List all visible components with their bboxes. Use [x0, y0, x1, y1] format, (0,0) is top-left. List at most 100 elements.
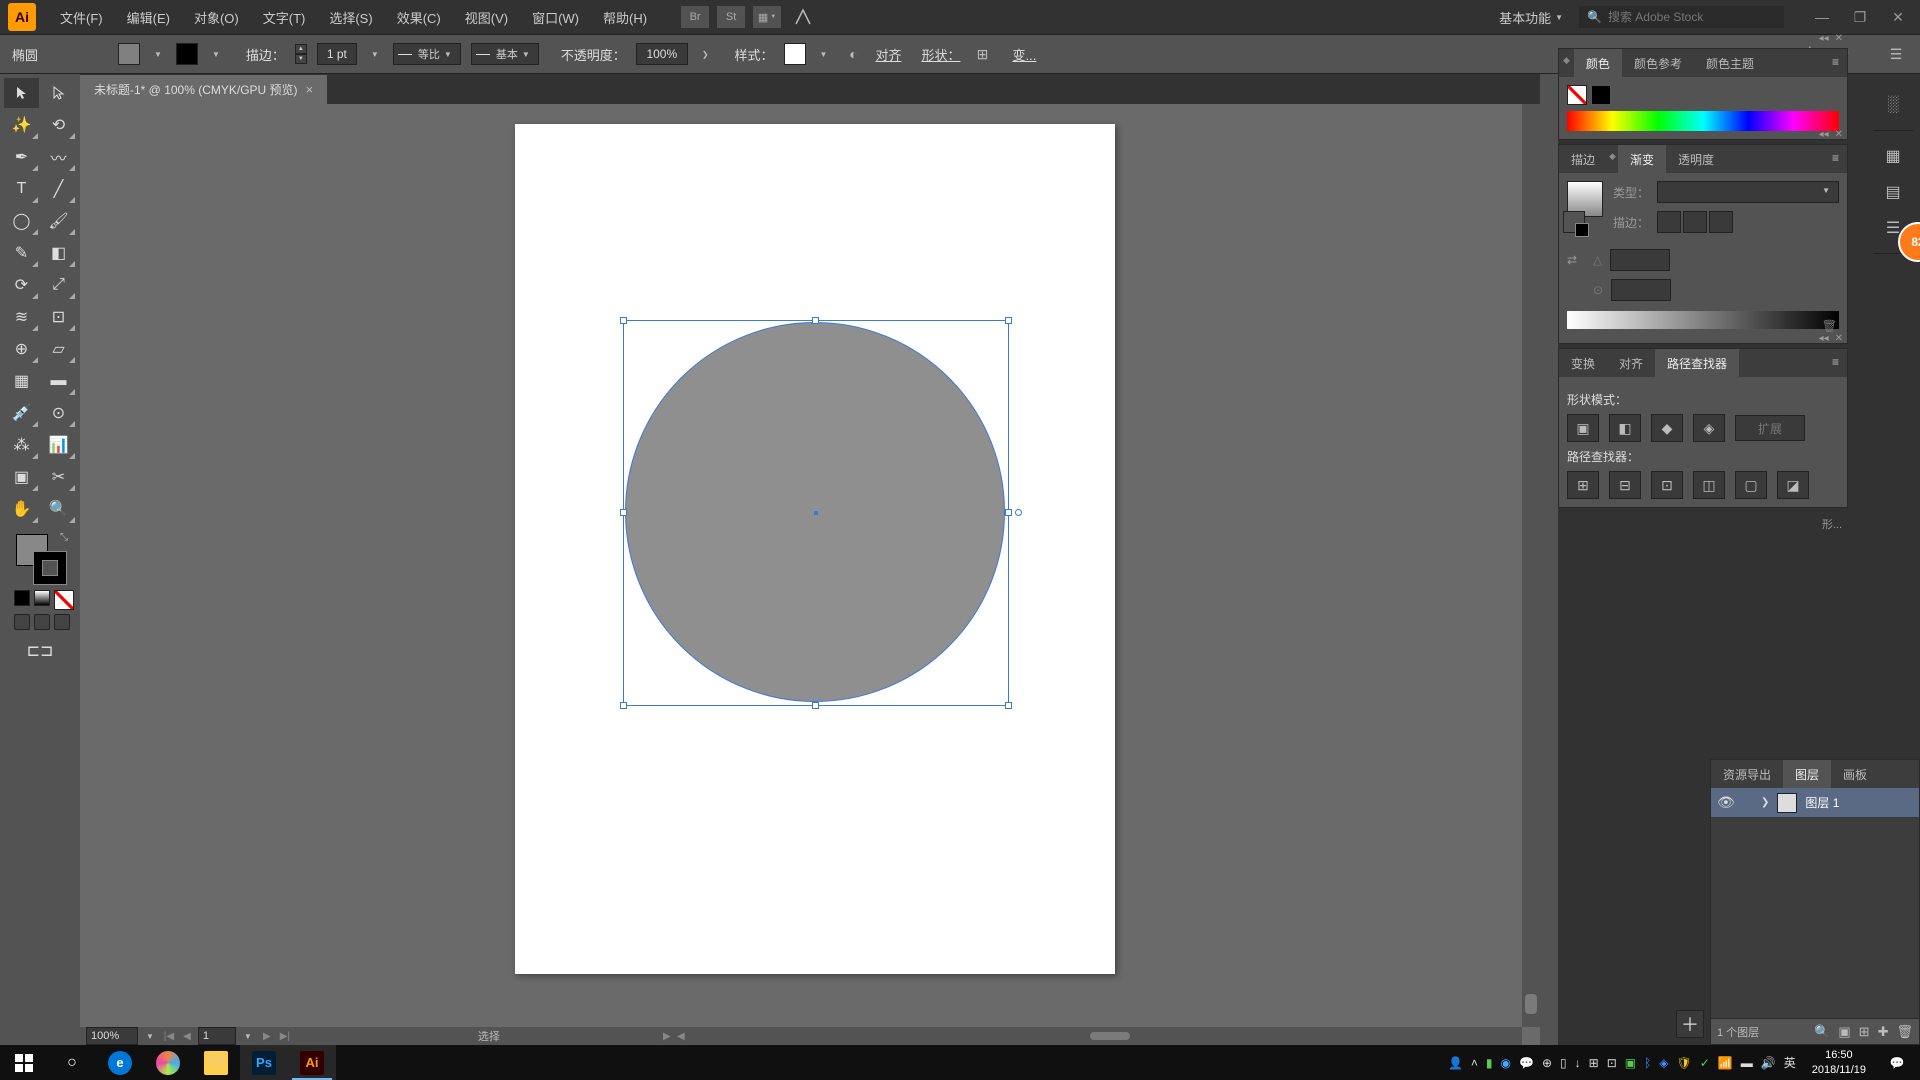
expand-btn[interactable]: 扩展 — [1735, 415, 1805, 441]
tray-app-5-icon[interactable]: ↓ — [1575, 1056, 1581, 1070]
spin-up[interactable]: ▲ — [295, 44, 307, 54]
taskbar-photoshop[interactable]: Ps — [240, 1045, 288, 1080]
direct-selection-tool[interactable] — [41, 78, 76, 108]
taskbar-explorer[interactable]: 🗀 — [192, 1045, 240, 1080]
gradient-tool[interactable]: ▬ — [41, 366, 76, 396]
layer-name[interactable]: 图层 1 — [1805, 794, 1839, 811]
resize-handle-ml[interactable] — [620, 509, 627, 516]
minimize-button[interactable]: — — [1808, 7, 1836, 27]
eyedropper-tool[interactable]: 💉 — [4, 398, 39, 428]
expand-layer-icon[interactable]: ❯ — [1761, 797, 1769, 808]
zoom-input[interactable] — [86, 1027, 138, 1045]
stroke-swatch[interactable] — [176, 43, 198, 65]
tab-gradient[interactable]: 渐变 — [1618, 145, 1666, 173]
close-panel-icon[interactable]: ✕ — [1835, 333, 1843, 347]
first-artboard-btn[interactable]: |◀ — [162, 1029, 176, 1043]
fill-dropdown[interactable]: ▼ — [150, 50, 166, 59]
curvature-tool[interactable]: 〰 — [41, 142, 76, 172]
wechat-icon[interactable]: 💬 — [1519, 1056, 1534, 1070]
tab-color-guide[interactable]: 颜色参考 — [1622, 49, 1694, 77]
color-spectrum[interactable] — [1567, 111, 1839, 131]
draw-behind-btn[interactable] — [34, 614, 50, 630]
magic-wand-tool[interactable]: ✨ — [4, 110, 39, 140]
draw-inside-btn[interactable] — [54, 614, 70, 630]
tab-layers[interactable]: 图层 — [1783, 760, 1831, 788]
merge-btn[interactable]: ⊡ — [1651, 471, 1683, 499]
tray-app-9-icon[interactable]: ◈ — [1659, 1056, 1668, 1070]
close-panel-icon[interactable]: ✕ — [1835, 129, 1843, 143]
hand-tool[interactable]: ✋ — [4, 494, 39, 524]
stroke-grad-along[interactable] — [1683, 211, 1707, 233]
wifi-icon[interactable]: 📶 — [1718, 1056, 1733, 1070]
vertical-scrollbar[interactable] — [1522, 104, 1540, 1027]
artboard-num-input[interactable] — [198, 1027, 236, 1045]
scale-tool[interactable]: ⤢ — [41, 270, 76, 300]
cortana-button[interactable]: ○ — [48, 1045, 96, 1080]
menu-window[interactable]: 窗口(W) — [522, 2, 589, 33]
stroke-weight-spinner[interactable]: ▲ ▼ — [295, 44, 307, 64]
gradient-ramp[interactable] — [1567, 311, 1839, 329]
status-play-icon[interactable]: ▶ — [660, 1029, 674, 1043]
panel-menu-icon[interactable]: ≡ — [1824, 145, 1847, 173]
tab-color[interactable]: 颜色 — [1574, 49, 1622, 77]
visibility-icon[interactable]: 👁 — [1717, 794, 1735, 811]
shaper-tool[interactable]: ✎ — [4, 238, 39, 268]
stroke-profile[interactable]: 等比▼ — [393, 43, 461, 65]
scroll-thumb-v[interactable] — [1525, 994, 1537, 1014]
selection-tool[interactable] — [4, 78, 39, 108]
opacity-dropdown[interactable]: ❯ — [698, 50, 713, 59]
arrange-docs-icon[interactable]: ▦ ▼ — [753, 6, 781, 28]
spin-down[interactable]: ▼ — [295, 54, 307, 64]
tray-app-2-icon[interactable]: ◉ — [1501, 1056, 1511, 1070]
black-swatch[interactable] — [1591, 85, 1611, 105]
next-artboard-btn[interactable]: ▶ — [260, 1029, 274, 1043]
taskbar-clock[interactable]: 16:50 2018/11/19 — [1804, 1048, 1874, 1077]
fill-swatch[interactable] — [118, 43, 140, 65]
gradient-mode-btn[interactable] — [34, 590, 50, 606]
menu-file[interactable]: 文件(F) — [50, 2, 113, 33]
align-link[interactable]: 对齐 — [875, 45, 901, 64]
zoom-tool[interactable]: 🔍 — [41, 494, 76, 524]
collapse-icon[interactable]: ◂◂ — [1819, 333, 1829, 347]
tray-app-10-icon[interactable]: ✓ — [1700, 1056, 1710, 1070]
properties-icon[interactable]: ░ — [1873, 90, 1913, 120]
artboard-dropdown[interactable]: ▼ — [240, 1032, 256, 1041]
none-mode-btn[interactable] — [54, 590, 74, 610]
brushes-icon[interactable]: ▤ — [1873, 177, 1913, 207]
weight-dropdown[interactable]: ▼ — [367, 50, 383, 59]
gpu-icon[interactable] — [789, 6, 817, 28]
tab-asset-export[interactable]: 资源导出 — [1711, 760, 1783, 788]
tab-stroke[interactable]: 描边 — [1559, 145, 1607, 173]
resize-handle-mr[interactable] — [1005, 509, 1012, 516]
tab-align[interactable]: 对齐 — [1607, 349, 1655, 377]
add-content-btn[interactable]: ＋ — [1676, 1010, 1704, 1038]
resize-handle-bl[interactable] — [620, 702, 627, 709]
security-icon[interactable]: 🛡 — [1677, 1056, 1692, 1070]
delete-layer-icon[interactable]: 🗑 — [1896, 1024, 1913, 1040]
outline-btn[interactable]: ▢ — [1735, 471, 1767, 499]
gradient-type-select[interactable]: ▼ — [1657, 181, 1839, 203]
ime-indicator[interactable]: 英 — [1784, 1054, 1796, 1071]
status-prev-icon[interactable]: ◀ — [674, 1029, 688, 1043]
close-panel-icon[interactable]: ✕ — [1835, 33, 1843, 47]
perspective-tool[interactable]: ▱ — [41, 334, 76, 364]
reverse-grad-icon[interactable]: ⇄ — [1567, 253, 1585, 267]
trim-btn[interactable]: ⊟ — [1609, 471, 1641, 499]
artboard[interactable] — [515, 124, 1115, 974]
tray-app-8-icon[interactable]: ▣ — [1625, 1056, 1636, 1070]
brush-definition[interactable]: 基本▼ — [471, 43, 539, 65]
stroke-dropdown[interactable]: ▼ — [208, 50, 224, 59]
unite-btn[interactable]: ▣ — [1567, 414, 1599, 442]
eraser-tool[interactable]: ◧ — [41, 238, 76, 268]
graph-tool[interactable]: 📊 — [41, 430, 76, 460]
last-artboard-btn[interactable]: ▶| — [278, 1029, 292, 1043]
volume-icon[interactable]: 🔊 — [1761, 1056, 1776, 1070]
bluetooth-icon[interactable]: ᛒ — [1644, 1056, 1651, 1070]
new-layer-icon[interactable]: ✚ — [1878, 1024, 1889, 1040]
crop-btn[interactable]: ◫ — [1693, 471, 1725, 499]
opacity-input[interactable] — [636, 43, 688, 65]
zoom-dropdown[interactable]: ▼ — [142, 1032, 158, 1041]
layer-row[interactable]: 👁 ❯ 图层 1 — [1711, 788, 1919, 818]
resize-handle-bm[interactable] — [812, 702, 819, 709]
scroll-thumb-h[interactable] — [1090, 1032, 1130, 1040]
